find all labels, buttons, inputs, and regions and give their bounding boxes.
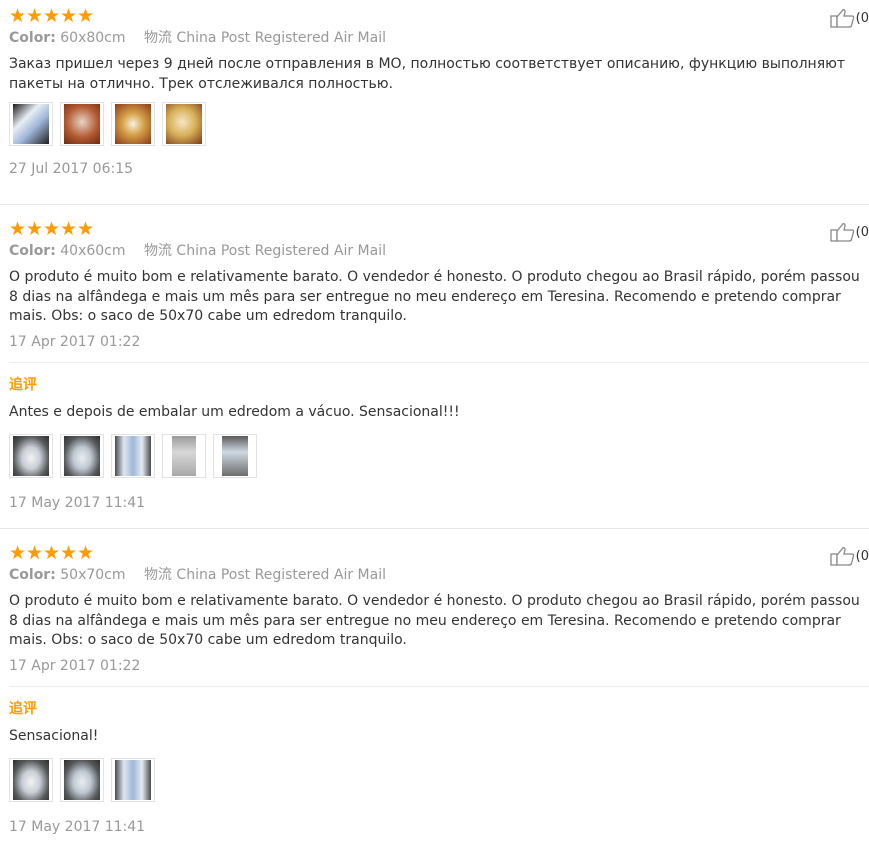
- color-label: Color:: [9, 30, 56, 46]
- star-icon: ★: [26, 4, 44, 27]
- review-photo[interactable]: [60, 434, 104, 478]
- like-count: (0: [855, 224, 869, 240]
- star-rating: ★ ★ ★ ★ ★: [9, 5, 869, 27]
- color-label: Color:: [9, 567, 56, 583]
- followup-text: Sensacional!: [9, 727, 99, 744]
- review-photo[interactable]: [111, 102, 155, 146]
- review-photo[interactable]: [9, 434, 53, 478]
- review-meta: Color: 50x70cm 物流 China Post Registered …: [9, 564, 869, 586]
- review-photo[interactable]: [111, 434, 155, 478]
- review-photo[interactable]: [213, 434, 257, 478]
- review-date: 17 Apr 2017 01:22: [9, 657, 141, 674]
- star-icon: ★: [9, 217, 27, 240]
- divider: [9, 685, 869, 687]
- review-date: 17 Apr 2017 01:22: [9, 333, 141, 350]
- star-icon: ★: [43, 217, 61, 240]
- followup-photos: [9, 431, 869, 481]
- review-photos: [9, 99, 869, 149]
- color-value: 50x70cm: [60, 567, 126, 583]
- star-icon: ★: [43, 4, 61, 27]
- star-icon: ★: [26, 217, 44, 240]
- shipping-value: China Post Registered Air Mail: [176, 243, 386, 259]
- review-item: ★ ★ ★ ★ ★ (0 Color: 50x70cm 物流 China Post Re…: [0, 528, 869, 852]
- thumbs-up-icon: [830, 547, 854, 566]
- review-text: O produto é muito bom e relativamente ba…: [9, 269, 860, 324]
- star-icon: ★: [77, 541, 95, 564]
- review-photo[interactable]: [60, 102, 104, 146]
- star-icon: ★: [26, 541, 44, 564]
- divider: [9, 361, 869, 363]
- thumbs-up-icon: [830, 223, 854, 242]
- star-icon: ★: [9, 541, 27, 564]
- review-photo[interactable]: [111, 758, 155, 802]
- review-photo[interactable]: [162, 434, 206, 478]
- color-label: Color:: [9, 243, 56, 259]
- star-icon: ★: [77, 4, 95, 27]
- review-photo[interactable]: [9, 758, 53, 802]
- thumbs-up-icon: [830, 9, 854, 28]
- shipping-label: 物流: [143, 243, 172, 259]
- like-count: (0: [855, 10, 869, 26]
- star-icon: ★: [60, 4, 78, 27]
- review-photo[interactable]: [60, 758, 104, 802]
- followup-label: 追评: [9, 700, 37, 717]
- followup-date: 17 May 2017 11:41: [9, 495, 146, 511]
- like-button[interactable]: (0: [830, 221, 869, 243]
- shipping-label: 物流: [143, 30, 172, 46]
- review-text: O produto é muito bom e relativamente ba…: [9, 593, 860, 648]
- followup-text: Antes e depois de embalar um edredom a v…: [9, 403, 460, 420]
- followup-photos: [9, 755, 869, 805]
- shipping-value: China Post Registered Air Mail: [176, 567, 386, 583]
- color-value: 60x80cm: [60, 30, 126, 46]
- like-button[interactable]: (0: [830, 7, 869, 29]
- review-photo[interactable]: [9, 102, 53, 146]
- review-item: ★ ★ ★ ★ ★ (0 Color: 60x80cm 物流 China Post Re…: [0, 0, 869, 204]
- review-meta: Color: 40x60cm 物流 China Post Registered …: [9, 240, 869, 262]
- review-text: Заказ пришел через 9 дней после отправле…: [9, 56, 846, 92]
- color-value: 40x60cm: [60, 243, 126, 259]
- review-meta: Color: 60x80cm 物流 China Post Registered …: [9, 27, 869, 49]
- star-icon: ★: [9, 4, 27, 27]
- review-item: ★ ★ ★ ★ ★ (0 Color: 40x60cm 物流 China Post Re…: [0, 204, 869, 528]
- shipping-label: 物流: [143, 567, 172, 583]
- like-count: (0: [855, 548, 869, 564]
- star-icon: ★: [60, 217, 78, 240]
- star-icon: ★: [60, 541, 78, 564]
- shipping-value: China Post Registered Air Mail: [176, 30, 386, 46]
- star-icon: ★: [43, 541, 61, 564]
- like-button[interactable]: (0: [830, 545, 869, 567]
- star-icon: ★: [77, 217, 95, 240]
- followup-date: 17 May 2017 11:41: [9, 819, 146, 835]
- star-rating: ★ ★ ★ ★ ★: [9, 542, 869, 564]
- review-photo[interactable]: [162, 102, 206, 146]
- followup-label: 追评: [9, 376, 37, 393]
- star-rating: ★ ★ ★ ★ ★: [9, 218, 869, 240]
- review-date: 27 Jul 2017 06:15: [9, 161, 134, 177]
